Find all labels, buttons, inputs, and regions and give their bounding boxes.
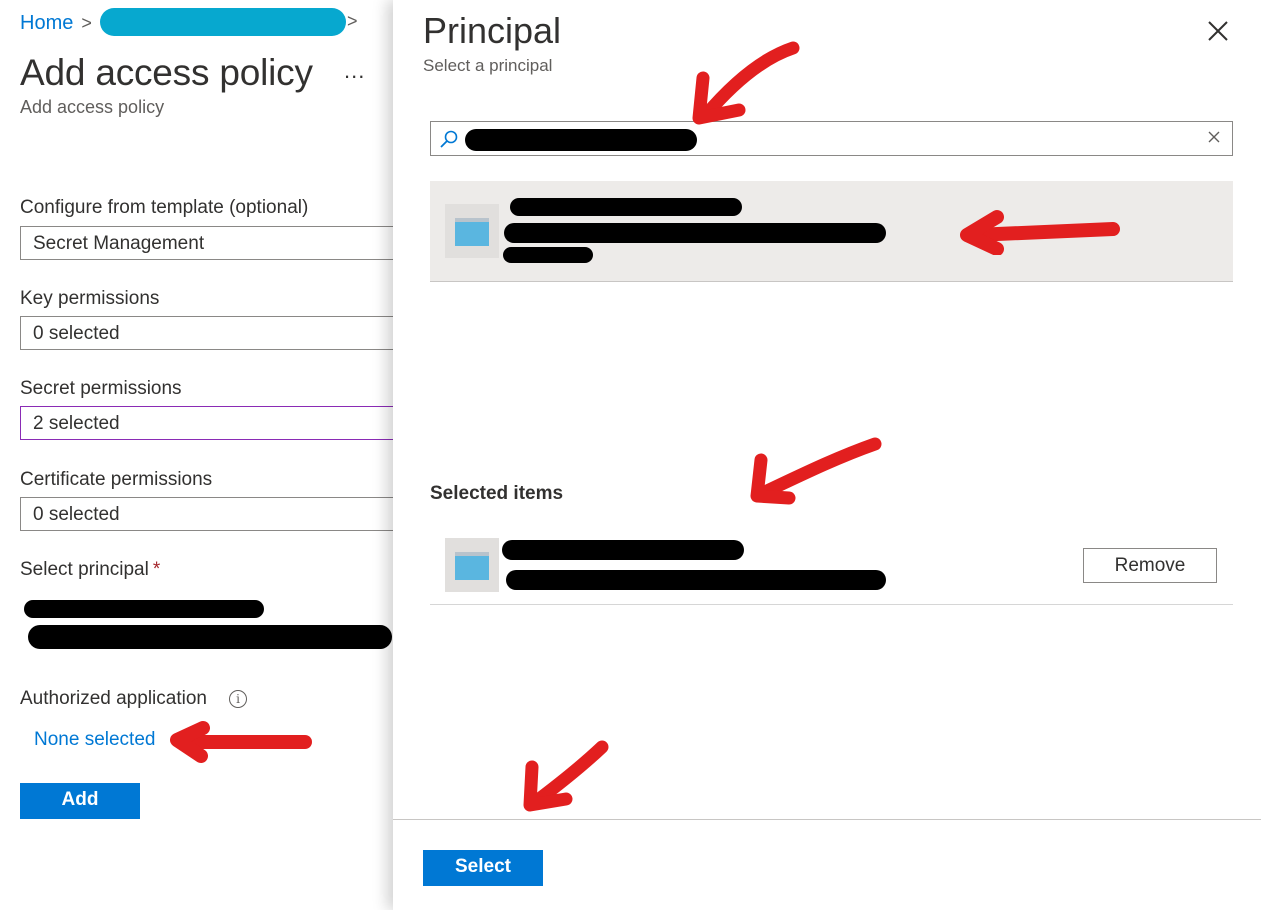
- app-registration-icon: [445, 538, 499, 592]
- page-title: Add access policy: [20, 52, 313, 93]
- info-icon[interactable]: i: [229, 690, 247, 708]
- result-name-redaction: [510, 198, 742, 216]
- remove-button[interactable]: Remove: [1083, 548, 1217, 583]
- certificate-permissions-label: Certificate permissions: [20, 469, 213, 490]
- result-type-redaction: [503, 247, 593, 263]
- annotation-arrow-icon: [750, 437, 882, 505]
- breadcrumb-home-link[interactable]: Home: [20, 12, 73, 35]
- page-subtitle: Add access policy: [20, 97, 165, 117]
- authorized-application-label: Authorized application: [20, 688, 207, 709]
- panel-subtitle: Select a principal: [423, 56, 553, 75]
- selected-items-heading: Selected items: [430, 483, 564, 504]
- secret-permissions-dropdown[interactable]: 2 selected: [20, 406, 395, 440]
- selected-id-redaction: [506, 570, 886, 590]
- result-id-redaction: [504, 223, 886, 243]
- add-button[interactable]: Add: [20, 783, 140, 819]
- required-asterisk: *: [152, 559, 161, 580]
- certificate-permissions-dropdown[interactable]: 0 selected: [20, 497, 395, 531]
- secret-permissions-label: Secret permissions: [20, 378, 182, 399]
- selected-name-redaction: [502, 540, 744, 560]
- annotation-arrow-icon: [960, 210, 1120, 255]
- footer-divider: [393, 819, 1261, 820]
- annotation-arrow-icon: [523, 740, 609, 812]
- principal-panel: Principal Select a principal Selected it…: [393, 0, 1261, 910]
- select-button[interactable]: Select: [423, 850, 543, 886]
- search-text-redaction: [465, 129, 697, 151]
- breadcrumb-separator: >: [347, 11, 358, 31]
- key-permissions-dropdown[interactable]: 0 selected: [20, 316, 395, 350]
- principal-name-redaction: [24, 600, 264, 618]
- search-icon: [440, 130, 458, 148]
- clear-search-icon[interactable]: [1206, 129, 1222, 145]
- more-options-button[interactable]: ...: [344, 58, 365, 84]
- breadcrumb-redaction: [100, 8, 346, 36]
- add-access-policy-blade: Home > > Add access policy ... Add acces…: [0, 0, 395, 910]
- key-permissions-label: Key permissions: [20, 288, 160, 309]
- close-icon[interactable]: [1205, 18, 1231, 44]
- app-registration-icon: [445, 204, 499, 258]
- template-dropdown[interactable]: Secret Management: [20, 226, 395, 260]
- authorized-application-link[interactable]: None selected: [34, 729, 155, 751]
- breadcrumb-separator: >: [81, 13, 92, 33]
- panel-title: Principal: [423, 10, 562, 51]
- annotation-arrow-icon: [692, 41, 800, 125]
- select-principal-label-text: Select principal: [20, 559, 149, 580]
- breadcrumb: Home >: [20, 12, 92, 35]
- annotation-arrow-icon: [170, 721, 312, 763]
- principal-id-redaction[interactable]: [28, 625, 392, 649]
- select-principal-label: Select principal *: [20, 559, 160, 581]
- template-label: Configure from template (optional): [20, 197, 309, 218]
- principal-search-input[interactable]: [430, 121, 1233, 156]
